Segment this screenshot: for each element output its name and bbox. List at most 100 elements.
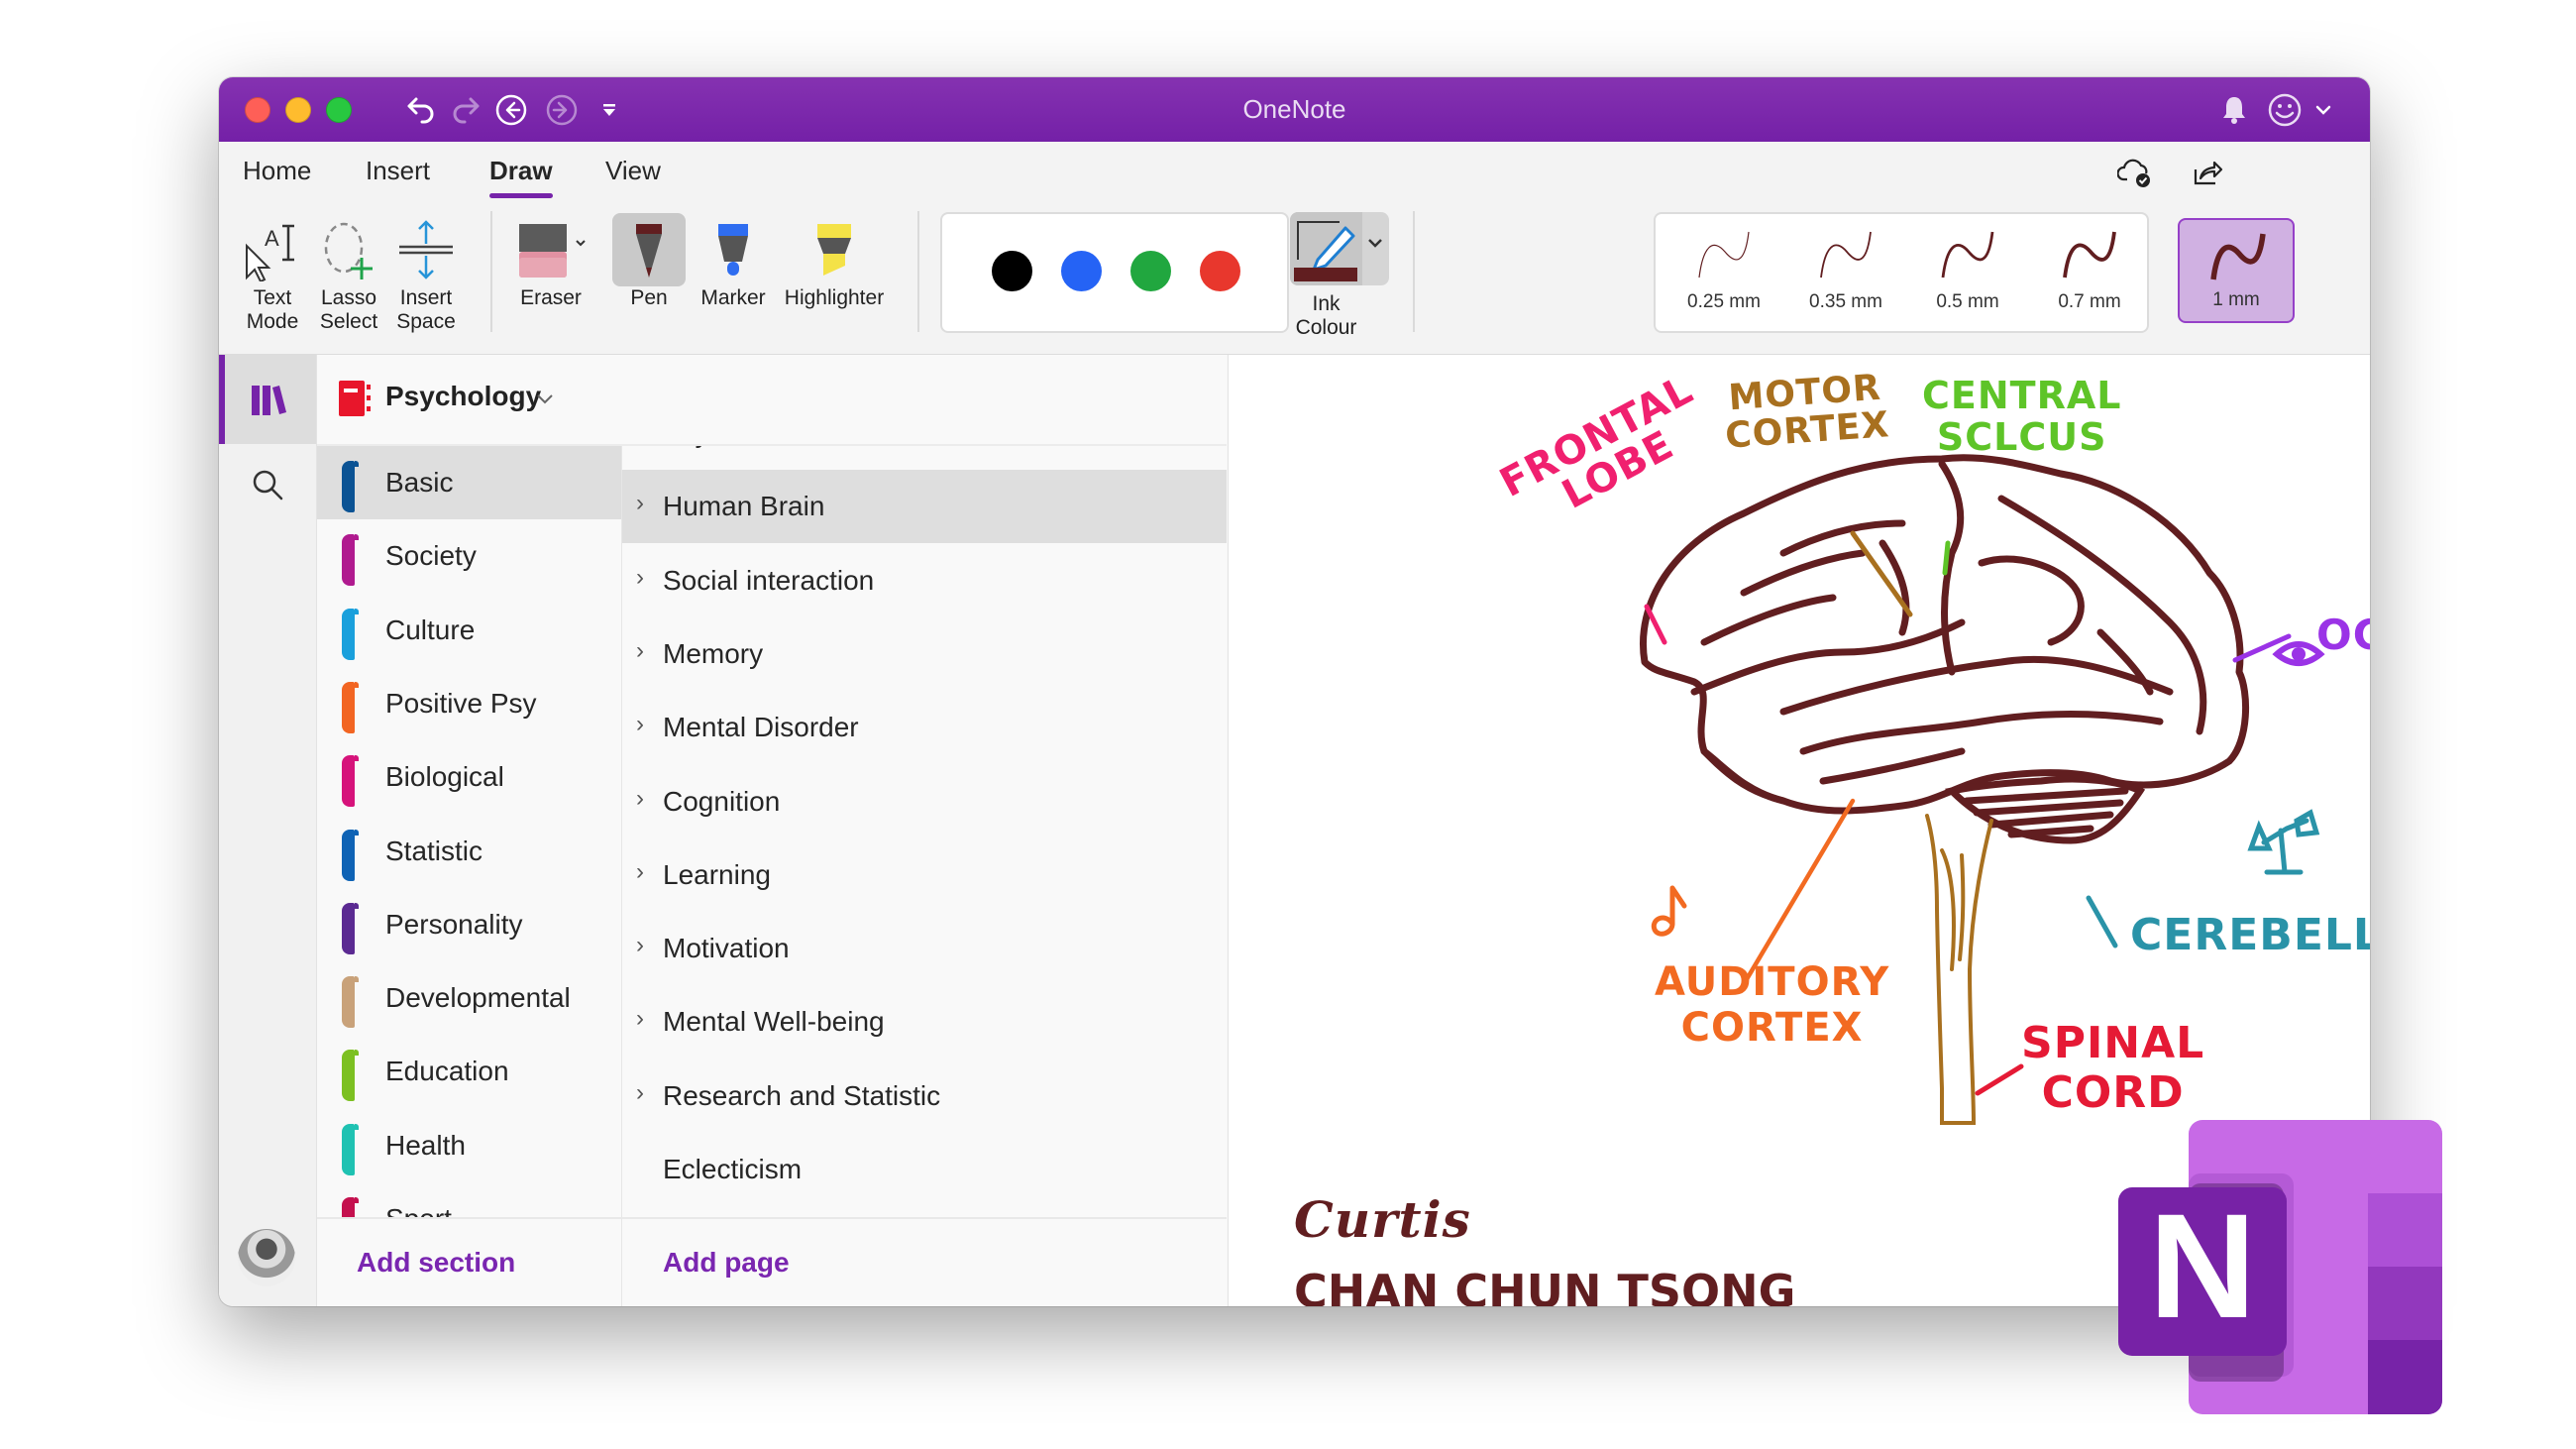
- section-item[interactable]: Sport: [317, 1182, 621, 1217]
- pages-list: ›Psy is Science›Human Brain›Social inter…: [622, 446, 1227, 1217]
- expand-chevron-icon[interactable]: ›: [636, 490, 644, 517]
- section-item[interactable]: Education: [317, 1035, 621, 1108]
- label-motor-cortex: MOTOR CORTEX: [1722, 368, 1890, 457]
- expand-chevron-icon[interactable]: ›: [636, 1079, 644, 1107]
- expand-chevron-icon[interactable]: ›: [636, 932, 644, 959]
- account-chevron-down-icon[interactable]: [2305, 91, 2342, 129]
- highlighter-icon: [775, 213, 894, 286]
- sulcus: [1690, 618, 1966, 696]
- tab-home[interactable]: Home: [243, 156, 311, 186]
- insert-space-label-1: Insert: [399, 286, 453, 309]
- pen-button[interactable]: Pen: [612, 213, 686, 310]
- expand-chevron-icon[interactable]: ›: [636, 785, 644, 813]
- page-item[interactable]: › Mental Well-being: [622, 985, 1227, 1059]
- title-bar: OneNote: [219, 77, 2370, 142]
- insert-space-button[interactable]: Insert Space: [393, 213, 459, 334]
- page-item[interactable]: › Cognition: [622, 765, 1227, 838]
- lasso-select-label-1: Lasso: [320, 286, 377, 309]
- page-item[interactable]: › Human Brain: [622, 470, 1227, 544]
- section-item[interactable]: Health: [317, 1109, 621, 1182]
- zoom-window-button[interactable]: [326, 97, 352, 123]
- notebook-header[interactable]: Psychology: [317, 355, 1227, 446]
- ink-colour-button[interactable]: [1290, 212, 1389, 285]
- page-item[interactable]: ›Psy is Science: [622, 446, 1227, 470]
- section-item[interactable]: Biological: [317, 740, 621, 814]
- undo-icon[interactable]: [402, 91, 440, 129]
- tab-insert[interactable]: Insert: [366, 156, 430, 186]
- thickness-option-selected[interactable]: 1 mm: [2178, 218, 2295, 323]
- section-color-tab-icon: [342, 461, 359, 512]
- account-smiley-icon[interactable]: [2266, 91, 2304, 129]
- notebooks-library-icon: [252, 386, 286, 415]
- notifications-bell-icon[interactable]: [2215, 91, 2253, 129]
- swatch-green[interactable]: [1130, 251, 1171, 291]
- tab-view[interactable]: View: [605, 156, 661, 186]
- expand-chevron-icon[interactable]: ›: [636, 858, 644, 886]
- pen-color-palette: [940, 212, 1289, 333]
- section-item[interactable]: Culture: [317, 594, 621, 667]
- section-item[interactable]: Developmental: [317, 961, 621, 1035]
- add-section-button[interactable]: Add section: [357, 1247, 515, 1279]
- swatch-blue[interactable]: [1061, 251, 1102, 291]
- user-avatar[interactable]: [238, 1229, 295, 1286]
- marker-button[interactable]: Marker: [694, 213, 773, 310]
- section-name: Education: [385, 1056, 509, 1087]
- section-item[interactable]: Positive Psy: [317, 667, 621, 740]
- signature-first-name: Curtis: [1294, 1190, 1471, 1249]
- thickness-stroke-icon: [2210, 233, 2266, 280]
- close-window-button[interactable]: [245, 97, 270, 123]
- page-item[interactable]: Eclecticism: [622, 1133, 1227, 1206]
- page-item[interactable]: › Research and Statistic: [622, 1059, 1227, 1133]
- sync-status-cloud-icon[interactable]: [2117, 154, 2155, 191]
- page-item[interactable]: › Social interaction: [622, 544, 1227, 617]
- label-line: OCCIPITAL: [2316, 611, 2370, 659]
- section-item[interactable]: Society: [317, 519, 621, 593]
- sections-footer: Add section: [317, 1217, 622, 1306]
- insert-space-icon: [393, 213, 459, 286]
- section-name: Biological: [385, 761, 504, 793]
- page-item[interactable]: › Motivation: [622, 912, 1227, 985]
- ribbon-tabs: Home Insert Draw View: [219, 142, 2370, 203]
- share-icon[interactable]: [2189, 154, 2226, 191]
- label-line: AUDITORY: [1655, 959, 1890, 1005]
- swatch-black[interactable]: [992, 251, 1032, 291]
- expand-chevron-icon[interactable]: ›: [636, 564, 644, 592]
- label-auditory-cortex: AUDITORY CORTEX: [1655, 959, 1889, 1051]
- add-page-button[interactable]: Add page: [663, 1247, 790, 1279]
- swatch-red[interactable]: [1200, 251, 1240, 291]
- thickness-option[interactable]: 0.25 mm: [1665, 218, 1782, 323]
- notebooks-button[interactable]: [219, 355, 316, 444]
- page-name: Eclecticism: [663, 1154, 803, 1184]
- thickness-stroke-icon: [1698, 231, 1750, 279]
- forward-icon[interactable]: [543, 91, 581, 129]
- page-item[interactable]: › Learning: [622, 838, 1227, 912]
- text-mode-button[interactable]: A Text Mode: [243, 213, 302, 334]
- redo-icon[interactable]: [447, 91, 484, 129]
- search-icon[interactable]: [249, 466, 288, 505]
- section-item[interactable]: Personality: [317, 888, 621, 961]
- highlighter-button[interactable]: Highlighter: [775, 213, 894, 310]
- thickness-option[interactable]: 0.35 mm: [1787, 218, 1904, 323]
- thickness-option[interactable]: 0.7 mm: [2031, 218, 2148, 323]
- page-item[interactable]: › Mental Disorder: [622, 691, 1227, 764]
- minimize-window-button[interactable]: [285, 97, 311, 123]
- section-item[interactable]: Basic: [317, 446, 621, 519]
- section-color-tab-icon: [342, 829, 359, 881]
- ink-colour-chevron-down-icon[interactable]: [1366, 236, 1384, 255]
- pen-label: Pen: [630, 286, 668, 309]
- customize-toolbar-icon[interactable]: [590, 91, 628, 129]
- page-item[interactable]: › Memory: [622, 617, 1227, 691]
- expand-chevron-icon[interactable]: ›: [636, 1005, 644, 1033]
- brain-sketch: [1640, 454, 2249, 815]
- sulcus: [1799, 711, 2164, 755]
- section-item[interactable]: Statistic: [317, 815, 621, 888]
- eraser-button[interactable]: Eraser: [511, 213, 590, 310]
- expand-chevron-icon[interactable]: ›: [636, 637, 644, 665]
- thickness-option[interactable]: 0.5 mm: [1909, 218, 2026, 323]
- expand-chevron-icon[interactable]: ›: [636, 711, 644, 738]
- tab-draw[interactable]: Draw: [489, 156, 553, 198]
- balance-scale-icon: [2247, 809, 2320, 875]
- back-icon[interactable]: [492, 91, 530, 129]
- section-color-tab-icon: [342, 534, 359, 587]
- lasso-select-button[interactable]: Lasso Select: [316, 213, 381, 334]
